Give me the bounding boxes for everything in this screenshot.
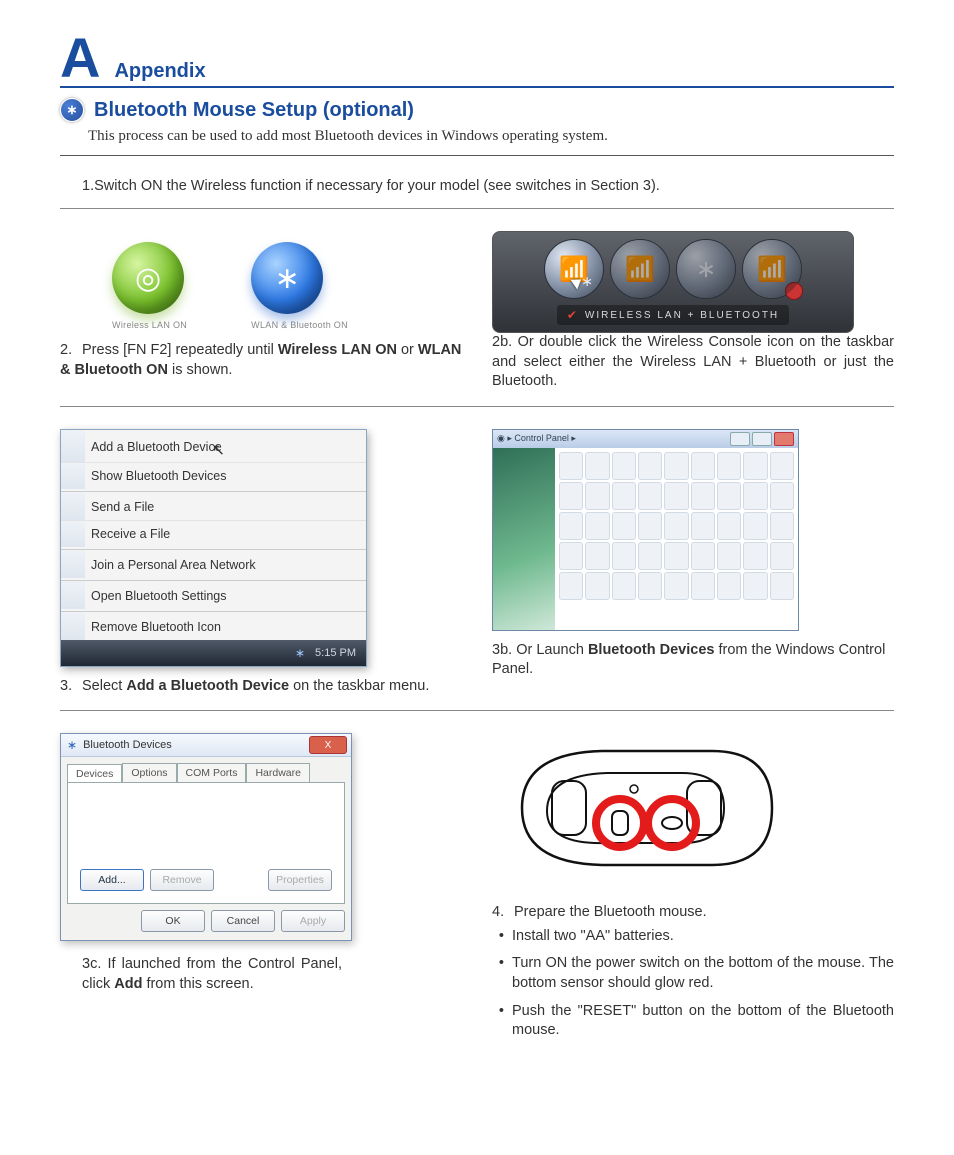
step-2b: 2b. Or double click the Wireless Console… <box>492 333 894 392</box>
console-wifi-bt-icon: 📶∗ <box>544 239 604 299</box>
menu-item[interactable]: Open Bluetooth Settings <box>61 580 366 609</box>
console-off-icon: 📶 <box>742 239 802 299</box>
menu-item[interactable]: Join a Personal Area Network <box>61 549 366 578</box>
orb-bt-caption: WLAN & Bluetooth ON <box>251 320 348 330</box>
bluetooth-icon: ∗ <box>67 738 77 752</box>
ok-button[interactable]: OK <box>141 910 205 932</box>
menu-item[interactable]: Send a File <box>61 491 366 520</box>
intro-text: This process can be used to add most Blu… <box>88 128 894 145</box>
tab-options[interactable]: Options <box>122 763 176 782</box>
step-4: 4.Prepare the Bluetooth mouse. <box>492 903 894 923</box>
step-2: 2.Press [FN F2] repeatedly until Wireles… <box>60 341 462 380</box>
orb-bluetooth-icon: ∗ <box>251 242 323 314</box>
apply-button[interactable]: Apply <box>281 910 345 932</box>
figure-context-menu: Add a Bluetooth Device↖ Show Bluetooth D… <box>60 429 367 667</box>
menu-item[interactable]: Add a Bluetooth Device↖ <box>61 430 366 462</box>
cursor-icon: ↖ <box>212 442 225 459</box>
add-button[interactable]: Add... <box>80 869 144 891</box>
menu-item[interactable]: Remove Bluetooth Icon <box>61 611 366 640</box>
step-3: 3.Select Add a Bluetooth Device on the t… <box>60 677 462 697</box>
appendix-letter: A <box>60 30 100 86</box>
appendix-word: Appendix <box>114 60 205 83</box>
orb-wlan-caption: Wireless LAN ON <box>112 320 187 330</box>
console-bt-icon: ∗ <box>676 239 736 299</box>
window-buttons[interactable] <box>730 432 794 446</box>
menu-item[interactable]: Receive a File <box>61 520 366 547</box>
figure-mouse-bottom <box>492 733 792 883</box>
orb-wlan-icon: ◎ <box>112 242 184 314</box>
close-button[interactable]: X <box>309 736 347 754</box>
taskbar: ∗ 5:15 PM <box>61 640 366 666</box>
dialog-title: Bluetooth Devices <box>83 739 172 751</box>
control-panel-grid[interactable] <box>555 448 798 630</box>
tray-clock: 5:15 PM <box>315 647 356 659</box>
remove-button[interactable]: Remove <box>150 869 214 891</box>
console-label: ✔WIRELESS LAN + BLUETOOTH <box>557 305 789 325</box>
tab-hardware[interactable]: Hardware <box>246 763 310 782</box>
step-3b: 3b. Or Launch Bluetooth Devices from the… <box>492 641 894 680</box>
figure-wireless-orbs: ◎ Wireless LAN ON ∗ WLAN & Bluetooth ON <box>80 231 380 341</box>
step-1: 1.Switch ON the Wireless function if nec… <box>82 178 894 194</box>
figure-bluetooth-dialog: ∗ Bluetooth Devices X Devices Options CO… <box>60 733 352 941</box>
step-4-bullets: Install two "AA" batteries. Turn ON the … <box>494 927 894 1041</box>
tab-devices[interactable]: Devices <box>67 764 122 783</box>
figure-wireless-console: 📶∗ 📶 ∗ 📶 ✔WIRELESS LAN + BLUETOOTH <box>492 231 854 333</box>
tray-bluetooth-icon[interactable]: ∗ <box>295 646 305 660</box>
step-3c: 3c. If launched from the Control Panel, … <box>82 955 342 994</box>
properties-button[interactable]: Properties <box>268 869 332 891</box>
bluetooth-icon: ∗ <box>60 98 84 122</box>
cancel-button[interactable]: Cancel <box>211 910 275 932</box>
dialog-tabs[interactable]: Devices Options COM Ports Hardware <box>67 763 345 782</box>
menu-item[interactable]: Show Bluetooth Devices <box>61 462 366 489</box>
console-wifi-icon: 📶 <box>610 239 670 299</box>
figure-control-panel: ◉ ▸ Control Panel ▸ <box>492 429 799 631</box>
section-title: Bluetooth Mouse Setup (optional) <box>94 99 414 122</box>
tab-comports[interactable]: COM Ports <box>177 763 247 782</box>
appendix-header: A Appendix <box>60 30 894 88</box>
